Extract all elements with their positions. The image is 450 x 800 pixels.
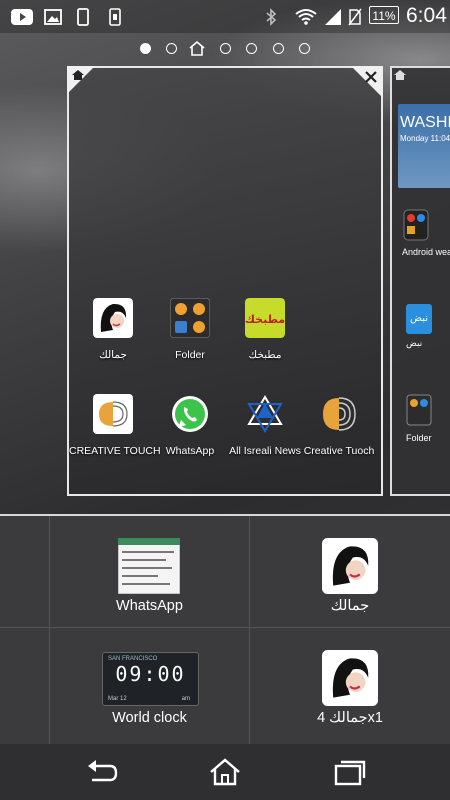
youtube-icon [11,9,33,25]
world-clock-preview: SAN FRANCISCO 09:00 Mar 12 am [102,652,199,706]
android-wear-icon [403,209,429,241]
page-dot-active[interactable] [140,43,151,54]
brain-fingerprint-icon [323,397,356,431]
widget-world-clock[interactable]: SAN FRANCISCO 09:00 Mar 12 am World cloc… [50,628,249,744]
widget-label: World clock [112,710,187,726]
page-dot[interactable] [299,43,310,54]
app-label: Folder [406,433,432,443]
clock-time: 09:00 [115,662,186,686]
app-matbakhak[interactable]: مطبخك مطبخك [221,298,309,361]
bluetooth-icon [266,8,277,26]
whatsapp-widget-preview [118,538,180,594]
app-creative-touch[interactable]: CREATIVE TOUCH [69,394,161,457]
page-dot[interactable] [246,43,257,54]
home-icon[interactable] [205,756,245,788]
widget-jamalek[interactable]: جمالك [250,516,450,627]
recent-apps-icon[interactable] [330,756,370,788]
app-label: Creative Tuoch [303,445,375,457]
homescreen-page-panel[interactable]: جمالك Folder مطبخك مطبخك CREATIVE TOUCH … [67,66,383,496]
widget-label: جمالك [330,598,370,614]
status-clock: 6:04 [406,4,447,27]
jamalek-icon [93,298,133,338]
widget-picker[interactable]: WhatsApp جمالك SAN FRANCISCO 09:00 Mar 1… [0,516,450,744]
status-bar: 11% 6:04 [0,0,450,33]
svg-text:مطبخك: مطبخك [245,313,285,326]
home-icon[interactable] [393,69,407,81]
device-sync-icon [109,8,121,26]
app-label: نبض [406,338,423,348]
app-jamalek[interactable]: جمالك [69,298,157,361]
page-indicator [134,40,324,58]
folder-icon [169,297,211,339]
whatsapp-icon [172,396,208,432]
weather-widget[interactable]: WASHI Monday 11:04 A [398,104,450,188]
folder-icon [406,394,432,426]
page-dot[interactable] [166,43,177,54]
widget-label: جمالك 4x1 [317,710,383,726]
jamalek-icon [322,650,378,706]
nabd-app[interactable]: نبض نبض [406,304,432,349]
app-label: جمالك [99,349,127,361]
page-dot[interactable] [220,43,231,54]
page-dot[interactable] [273,43,284,54]
star-of-david-icon [247,395,283,433]
navigation-bar [0,744,450,800]
app-creative-tuoch[interactable]: Creative Tuoch [295,394,383,457]
next-page-panel[interactable]: WASHI Monday 11:04 A Android wear نبض نب… [390,66,450,496]
wifi-icon [295,9,317,25]
app-label: CREATIVE TOUCH [69,445,161,457]
brain-fingerprint-icon [93,394,133,434]
signal-icon [325,9,341,25]
clock-ampm: am [181,696,190,702]
no-sim-icon [348,8,362,26]
phone-icon [77,8,89,26]
weather-city: WASHI [400,114,450,131]
close-icon[interactable] [365,71,377,83]
clock-date: Mar 12 [108,696,127,702]
android-wear-app[interactable]: Android wear [402,208,450,257]
battery-indicator: 11% [369,6,399,24]
matbakhak-icon: مطبخك [245,298,285,338]
app-label: مطبخك [248,349,282,361]
widget-label: WhatsApp [116,598,183,614]
weather-date: Monday 11:04 A [400,134,450,143]
back-icon[interactable] [82,756,122,788]
app-label: Android wear [402,247,450,257]
nabd-icon: نبض [406,304,432,334]
folder-app[interactable]: Folder [406,394,432,443]
jamalek-icon [322,538,378,594]
widget-whatsapp[interactable]: WhatsApp [50,516,249,627]
home-page-icon[interactable] [188,40,206,56]
gallery-icon [44,9,62,25]
home-icon[interactable] [71,69,85,81]
widget-jamalek-4x1[interactable]: جمالك 4x1 [250,628,450,744]
